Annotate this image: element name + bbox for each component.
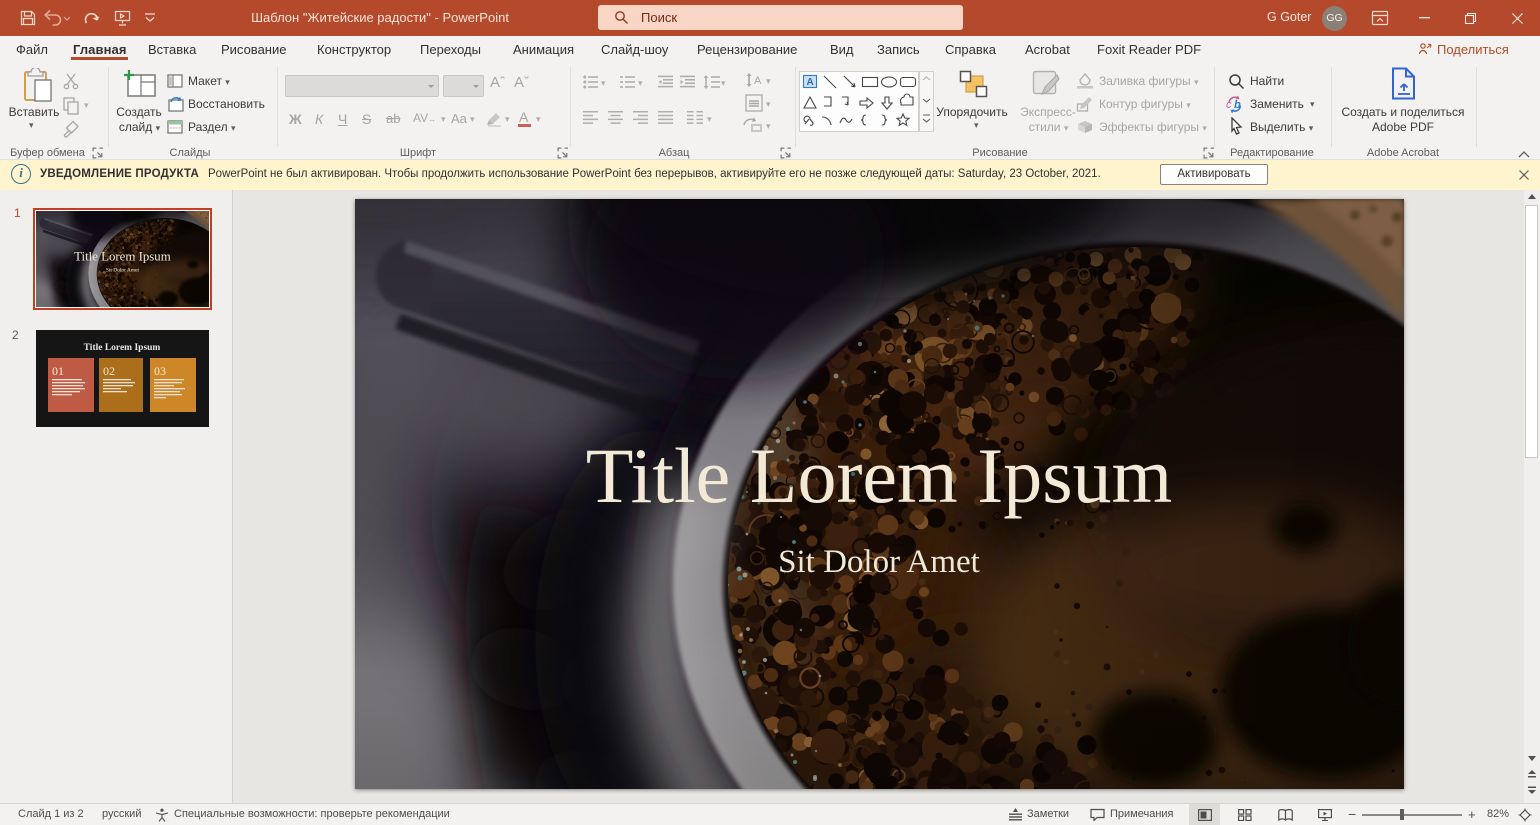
svg-text:Title Lorem Ipsum: Title Lorem Ipsum xyxy=(84,343,161,353)
svg-text:A: A xyxy=(754,75,762,87)
svg-text:01: 01 xyxy=(52,364,64,378)
svg-text:c: c xyxy=(1226,99,1232,111)
svg-text:A: A xyxy=(807,77,814,88)
svg-text:02: 02 xyxy=(103,364,115,378)
svg-text:03: 03 xyxy=(154,364,166,378)
